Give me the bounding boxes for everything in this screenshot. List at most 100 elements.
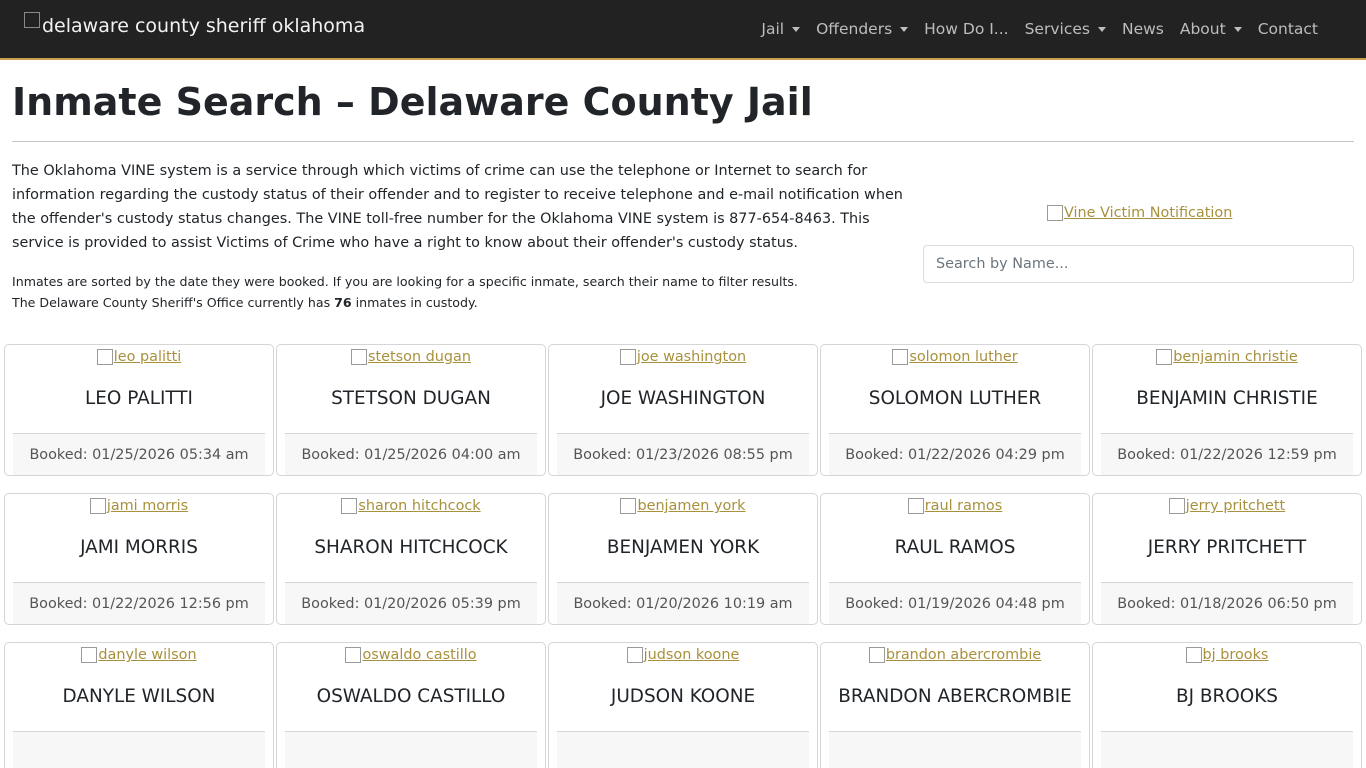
nav-item-about[interactable]: About [1180,20,1242,38]
inmate-name: LEO PALITTI [85,388,193,409]
vine-link-alt-text: Vine Victim Notification [1064,205,1233,221]
nav-item-jail[interactable]: Jail [761,20,801,38]
booked-date: Booked: 01/23/2026 08:55 pm [557,433,809,475]
inmate-photo-link[interactable]: bj brooks [1093,647,1361,663]
brand-logo-link[interactable]: delaware county sheriff oklahoma [24,12,366,37]
inmate-name: BRANDON ABERCROMBIE [838,686,1072,707]
inmate-grid: leo palitti LEO PALITTI Booked: 01/25/20… [4,344,1362,768]
chevron-down-icon [1233,26,1242,32]
booked-date: Booked: 01/22/2026 12:56 pm [13,582,265,624]
chevron-down-icon [1097,26,1106,32]
inmate-count-line: The Delaware County Sheriff's Office cur… [12,295,478,310]
inmate-photo-link[interactable]: jerry pritchett [1093,498,1361,514]
vine-notification-link[interactable]: Vine Victim Notification [1047,205,1232,221]
inmate-name: JUDSON KOONE [610,686,756,707]
broken-image-icon [868,647,885,663]
nav-item-news[interactable]: News [1122,20,1164,38]
booked-date: Booked: 01/22/2026 04:29 pm [829,433,1081,475]
inmate-photo-link[interactable]: leo palitti [5,349,273,365]
inmate-photo-link[interactable]: stetson dugan [277,349,545,365]
booked-date: Booked: 01/19/2026 04:48 pm [829,582,1081,624]
broken-image-icon [351,349,368,365]
inmate-count: 76 [334,295,352,310]
broken-image-icon [626,647,643,663]
inmate-card[interactable]: brandon abercrombie BRANDON ABERCROMBIE [820,642,1090,768]
page-title: Inmate Search – Delaware County Jail [12,80,813,124]
broken-image-icon [24,12,40,28]
broken-image-icon [1185,647,1202,663]
divider [12,141,1354,142]
inmate-card[interactable]: stetson dugan STETSON DUGAN Booked: 01/2… [276,344,546,476]
inmate-name: JERRY PRITCHETT [1147,537,1307,558]
inmate-name: JAMI MORRIS [80,537,198,558]
inmate-card[interactable]: bj brooks BJ BROOKS [1092,642,1362,768]
inmate-photo-link[interactable]: sharon hitchcock [277,498,545,514]
chevron-down-icon [792,26,801,32]
inmate-photo-link[interactable]: oswaldo castillo [277,647,545,663]
inmate-card[interactable]: jerry pritchett JERRY PRITCHETT Booked: … [1092,493,1362,625]
nav-item-offenders[interactable]: Offenders [816,20,909,38]
inmate-photo-link[interactable]: danyle wilson [5,647,273,663]
inmate-card[interactable]: benjamin christie BENJAMIN CHRISTIE Book… [1092,344,1362,476]
broken-image-icon [96,349,113,365]
booked-date: Booked: 01/22/2026 12:59 pm [1101,433,1353,475]
broken-image-icon [619,349,636,365]
inmate-name: JOE WASHINGTON [600,388,766,409]
inmate-card[interactable]: oswaldo castillo OSWALDO CASTILLO [276,642,546,768]
inmate-name: STETSON DUGAN [331,388,491,409]
booked-date [557,731,809,768]
broken-image-icon [345,647,362,663]
broken-image-icon [341,498,358,514]
inmate-card[interactable]: joe washington JOE WASHINGTON Booked: 01… [548,344,818,476]
broken-image-icon [907,498,924,514]
inmate-name: OSWALDO CASTILLO [316,686,506,707]
search-by-name-input[interactable] [923,245,1354,283]
inmate-card[interactable]: leo palitti LEO PALITTI Booked: 01/25/20… [4,344,274,476]
vine-intro-text: The Oklahoma VINE system is a service th… [12,163,903,251]
booked-date [1101,731,1353,768]
inmate-name: SHARON HITCHCOCK [314,537,508,558]
inmate-card[interactable]: jami morris JAMI MORRIS Booked: 01/22/20… [4,493,274,625]
broken-image-icon [892,349,909,365]
booked-date [285,731,537,768]
broken-image-icon [1156,349,1173,365]
inmate-card[interactable]: benjamen york BENJAMEN YORK Booked: 01/2… [548,493,818,625]
inmate-photo-link[interactable]: brandon abercrombie [821,647,1089,663]
inmate-name: BENJAMIN CHRISTIE [1136,388,1318,409]
broken-image-icon [1168,498,1185,514]
broken-image-icon [620,498,637,514]
inmate-card[interactable]: danyle wilson DANYLE WILSON [4,642,274,768]
inmate-photo-link[interactable]: solomon luther [821,349,1089,365]
top-navbar: delaware county sheriff oklahoma Jail Of… [0,0,1366,60]
inmate-photo-link[interactable]: raul ramos [821,498,1089,514]
broken-image-icon [89,498,106,514]
inmate-name: BJ BROOKS [1176,686,1278,707]
inmate-name: SOLOMON LUTHER [868,388,1042,409]
inmate-sort-note: Inmates are sorted by the date they were… [12,271,904,313]
inmate-photo-link[interactable]: benjamen york [549,498,817,514]
nav-item-contact[interactable]: Contact [1258,20,1318,38]
booked-date: Booked: 01/18/2026 06:50 pm [1101,582,1353,624]
inmate-photo-link[interactable]: judson koone [549,647,817,663]
inmate-card[interactable]: raul ramos RAUL RAMOS Booked: 01/19/2026… [820,493,1090,625]
inmate-photo-link[interactable]: joe washington [549,349,817,365]
nav-item-services[interactable]: Services [1025,20,1106,38]
booked-date: Booked: 01/20/2026 05:39 pm [285,582,537,624]
brand-logo-alt-text: delaware county sheriff oklahoma [42,15,366,37]
inmate-card[interactable]: sharon hitchcock SHARON HITCHCOCK Booked… [276,493,546,625]
booked-date [13,731,265,768]
sort-instructions: Inmates are sorted by the date they were… [12,274,798,289]
inmate-photo-link[interactable]: benjamin christie [1093,349,1361,365]
inmate-card[interactable]: solomon luther SOLOMON LUTHER Booked: 01… [820,344,1090,476]
inmate-name: DANYLE WILSON [62,686,216,707]
booked-date [829,731,1081,768]
inmate-photo-link[interactable]: jami morris [5,498,273,514]
broken-image-icon [1047,205,1063,221]
inmate-card[interactable]: judson koone JUDSON KOONE [548,642,818,768]
booked-date: Booked: 01/25/2026 05:34 am [13,433,265,475]
main-nav: Jail Offenders How Do I... Services News… [745,20,1318,38]
chevron-down-icon [900,26,909,32]
nav-item-how-do-i[interactable]: How Do I... [924,20,1008,38]
inmate-name: RAUL RAMOS [894,537,1016,558]
booked-date: Booked: 01/20/2026 10:19 am [557,582,809,624]
